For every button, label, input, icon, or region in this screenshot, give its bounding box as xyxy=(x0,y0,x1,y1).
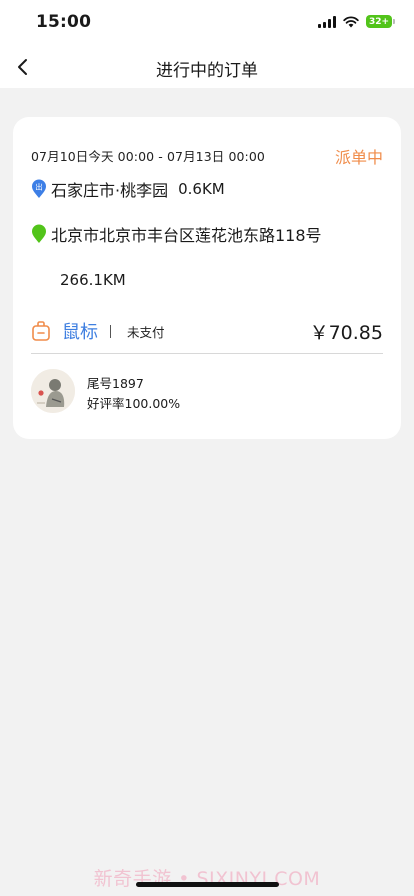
pickup-address: 石家庄市·桃李园 xyxy=(51,181,169,200)
bag-icon xyxy=(32,321,50,341)
order-status-badge: 派单中 xyxy=(334,148,383,167)
payment-status: 未支付 xyxy=(127,324,165,340)
signal-icon xyxy=(318,15,336,28)
nav-bar: 进行中的订单 xyxy=(0,46,414,88)
order-price: ￥70.85 xyxy=(309,322,383,344)
location-pin-icon xyxy=(32,224,46,243)
destination-address: 北京市北京市丰台区莲花池东路118号 xyxy=(51,226,322,245)
goods-name: 鼠标 xyxy=(62,322,98,343)
order-time-range: 07月10日今天 00:00 - 07月13日 00:00 xyxy=(31,149,265,164)
home-indicator xyxy=(136,882,279,887)
driver-rating: 好评率100.00% xyxy=(87,396,181,411)
pickup-marker-icon: 出 xyxy=(32,179,46,198)
pickup-address-row: 出 石家庄市·桃李园 0.6KM xyxy=(31,177,225,201)
order-card[interactable]: 07月10日今天 00:00 - 07月13日 00:00 派单中 出 石家庄市… xyxy=(13,117,401,439)
status-icons: 32+ xyxy=(318,15,395,28)
status-bar: 15:00 32+ xyxy=(0,0,414,46)
pickup-distance: 0.6KM xyxy=(178,180,225,198)
divider-line xyxy=(31,353,383,354)
driver-avatar[interactable] xyxy=(31,369,75,413)
pickup-marker-label: 出 xyxy=(35,182,43,192)
driver-plate-tail: 尾号1897 xyxy=(87,376,144,391)
status-time: 15:00 xyxy=(36,12,92,32)
divider xyxy=(110,324,111,338)
goods-row: 鼠标 未支付 xyxy=(31,318,165,344)
page-title: 进行中的订单 xyxy=(156,61,258,81)
total-distance: 266.1KM xyxy=(60,271,126,289)
battery-level: 32+ xyxy=(368,16,390,27)
avatar-illustration xyxy=(31,369,75,413)
destination-address-row: 北京市北京市丰台区莲花池东路118号 xyxy=(31,222,322,246)
wifi-icon xyxy=(343,15,359,27)
battery-icon: 32+ xyxy=(366,15,395,28)
